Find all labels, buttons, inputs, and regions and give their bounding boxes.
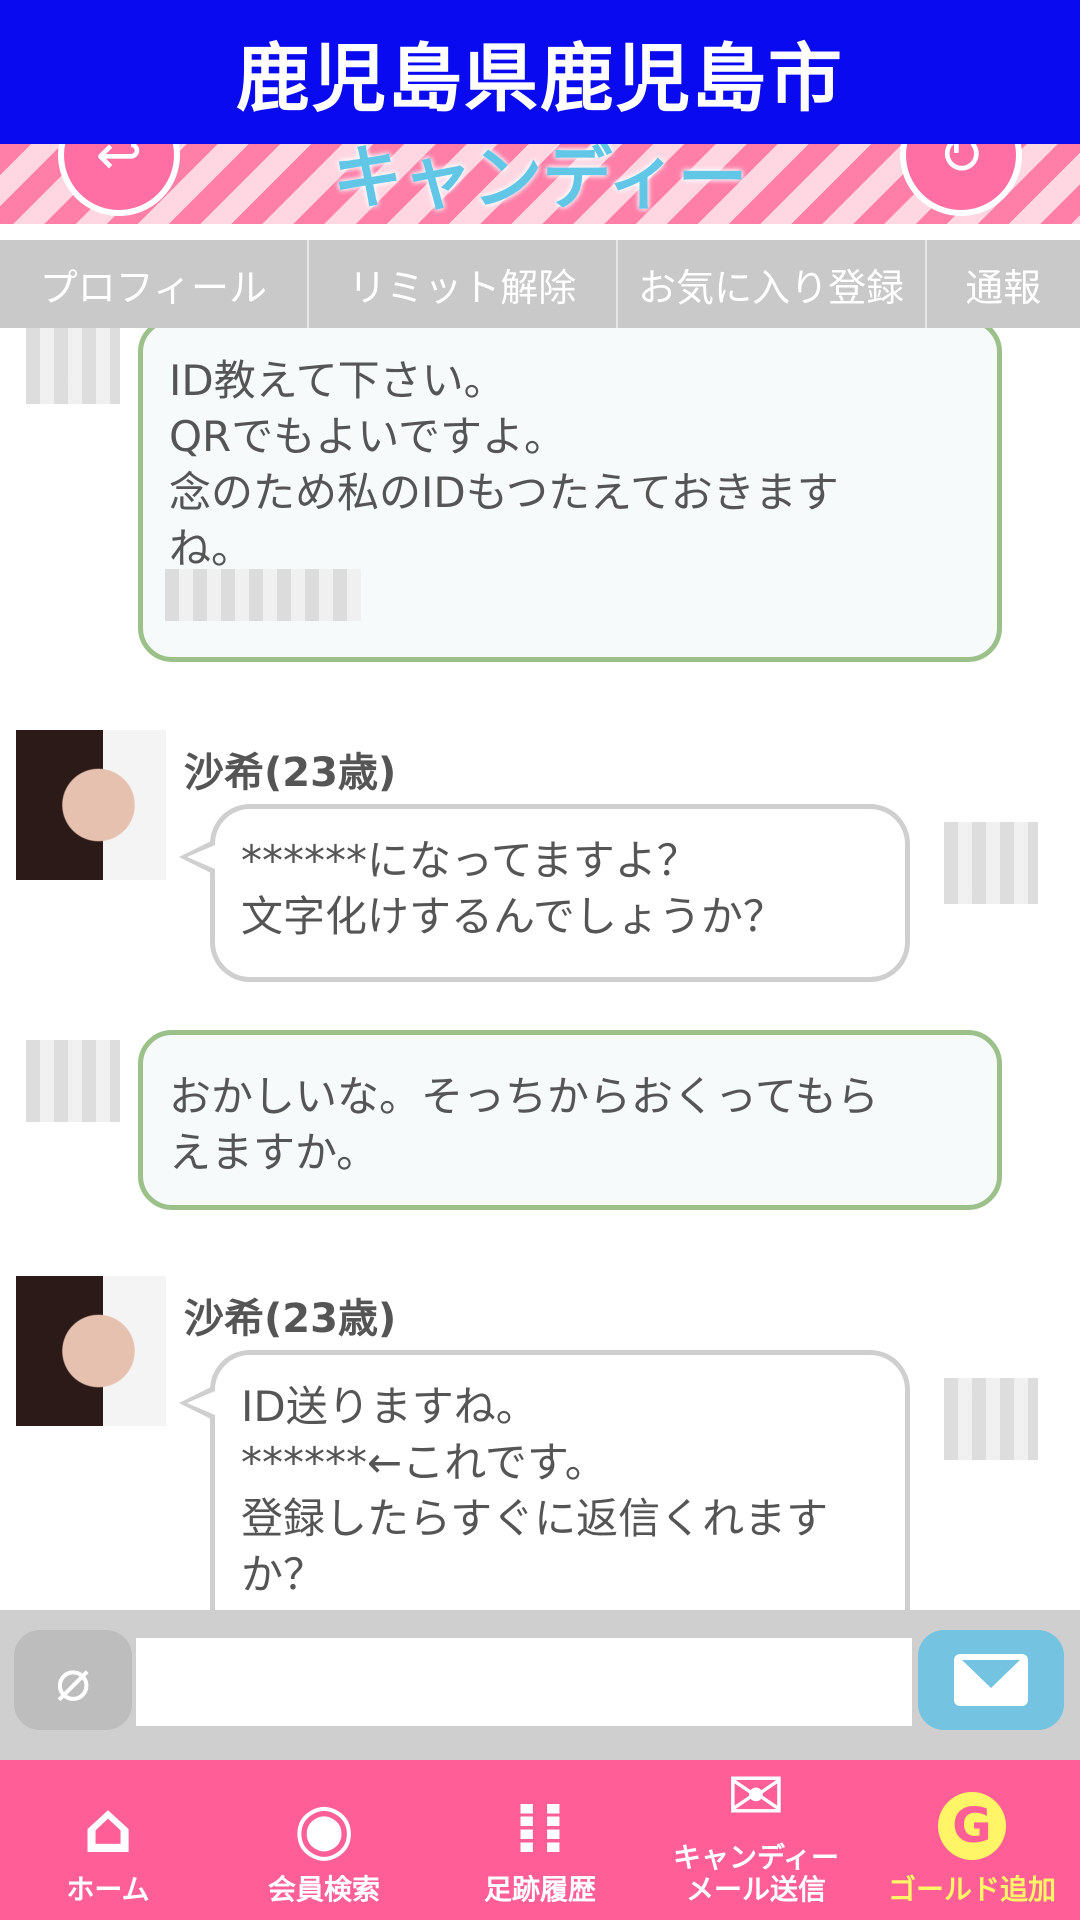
message-input[interactable] (136, 1638, 912, 1726)
blurred-timestamp (26, 1040, 120, 1122)
blurred-timestamp (26, 328, 120, 404)
tab-report[interactable]: 通報 (927, 240, 1080, 328)
send-button[interactable] (918, 1630, 1064, 1730)
home-icon: ⌂ (82, 1787, 134, 1869)
eye-icon: ◉ (293, 1787, 355, 1869)
mail-icon (954, 1654, 1028, 1706)
message-line: ID送りますね。 (241, 1382, 538, 1431)
blurred-timestamp (944, 1378, 1038, 1460)
message-line: ******になってますよ？ (241, 836, 699, 885)
message-line: か？ (241, 1550, 326, 1599)
page-title: 鹿児島県鹿児島市 (0, 0, 1080, 144)
avatar[interactable] (16, 730, 166, 880)
tab-limit-release[interactable]: リミット解除 (309, 240, 618, 328)
nav-member-search[interactable]: ◉ 会員検索 (216, 1760, 432, 1920)
mail-icon: ✉ (726, 1755, 786, 1837)
action-tabs: プロフィール リミット解除 お気に入り登録 通報 (0, 240, 1080, 328)
nav-gold-add[interactable]: G ゴールド追加 (864, 1760, 1080, 1920)
message-line: ******←これです。 (241, 1438, 607, 1487)
footprints-icon: ⁞⁞ (513, 1787, 567, 1869)
nav-label: キャンディー メール送信 (672, 1841, 840, 1906)
blurred-timestamp (944, 822, 1038, 904)
nav-candy-mail[interactable]: ✉ キャンディー メール送信 (648, 1756, 864, 1920)
message-line: ID教えて下さい。 (169, 356, 506, 405)
message-line: おかしいな。そっちからおくってもら (169, 1072, 879, 1121)
app-banner: ↩ キャンディー ↻ (0, 144, 1080, 224)
nav-footprints[interactable]: ⁞⁞ 足跡履歴 (432, 1760, 648, 1920)
her-message-bubble: ******になってますよ？ 文字化けするんでしょうか？ (179, 804, 910, 982)
sender-name: 沙希(23歳) (184, 1296, 397, 1342)
her-message-bubble: ID送りますね。 ******←これです。 登録したらすぐに返信くれます か？ (179, 1350, 910, 1610)
paperclip-icon[interactable]: ⌀ (14, 1630, 132, 1730)
bottom-navigation: ⌂ ホーム ◉ 会員検索 ⁞⁞ 足跡履歴 ✉ キャンディー メール送信 G ゴー… (0, 1756, 1080, 1920)
message-line: QRでもよいですよ。 (169, 412, 566, 461)
nav-home[interactable]: ⌂ ホーム (0, 1760, 216, 1920)
message-compose-bar: ⌀ (0, 1610, 1080, 1760)
chat-thread[interactable]: ID教えて下さい。 QRでもよいですよ。 念のため私のIDもつたえておきます ね… (0, 328, 1080, 1610)
tab-profile[interactable]: プロフィール (0, 240, 309, 328)
my-message-bubble: おかしいな。そっちからおくってもら えますか。 (138, 1030, 1002, 1210)
nav-label: 足跡履歴 (483, 1873, 596, 1906)
sender-name: 沙希(23歳) (184, 750, 397, 796)
message-line: 文字化けするんでしょうか？ (241, 892, 785, 941)
avatar[interactable] (16, 1276, 166, 1426)
bubble-tail (179, 1385, 215, 1421)
my-message-bubble: ID教えて下さい。 QRでもよいですよ。 念のため私のIDもつたえておきます ね… (138, 328, 1002, 662)
bubble-tail (179, 839, 215, 875)
message-line: えますか。 (169, 1128, 379, 1177)
nav-label: ゴールド追加 (887, 1873, 1056, 1906)
tab-add-favorite[interactable]: お気に入り登録 (618, 240, 927, 328)
nav-label: 会員検索 (267, 1873, 380, 1906)
gold-g-icon: G (938, 1792, 1006, 1860)
blurred-timestamp (165, 569, 361, 621)
nav-label: ホーム (66, 1873, 150, 1906)
message-line: 登録したらすぐに返信くれます (241, 1494, 829, 1543)
message-line: 念のため私のIDもつたえておきます (169, 468, 839, 517)
